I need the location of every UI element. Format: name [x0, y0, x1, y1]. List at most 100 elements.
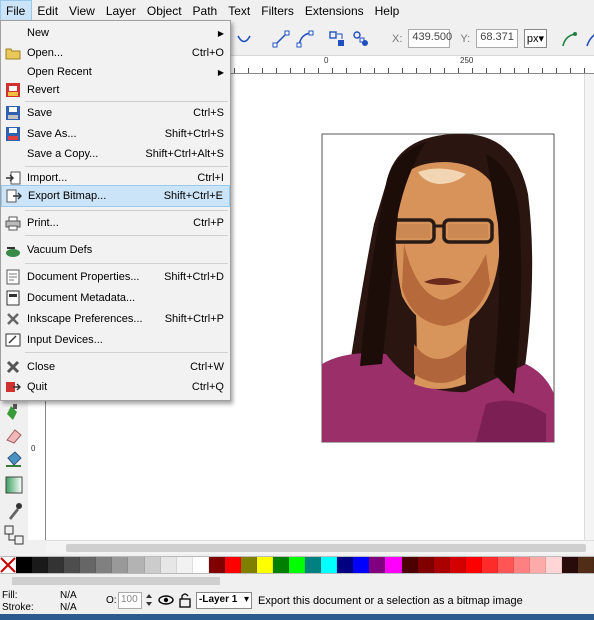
color-swatch[interactable] [32, 557, 49, 573]
color-swatch[interactable] [562, 557, 579, 573]
connector-icon[interactable] [3, 524, 25, 546]
connect-nodes-icon[interactable] [272, 28, 290, 50]
ruler-tick [570, 68, 571, 73]
color-swatch[interactable] [417, 557, 434, 573]
color-swatch[interactable] [546, 557, 563, 573]
document-metadata-icon [5, 290, 21, 306]
eraser-icon[interactable] [3, 424, 25, 446]
color-swatch[interactable] [385, 557, 402, 573]
menu-item-revert[interactable]: Revert [1, 80, 230, 100]
color-swatch[interactable] [96, 557, 113, 573]
menu-object[interactable]: Object [142, 0, 188, 22]
menu-filters[interactable]: Filters [256, 0, 300, 22]
color-swatch[interactable] [273, 557, 290, 573]
palette-scrollbar[interactable] [0, 574, 594, 588]
color-swatch[interactable] [240, 557, 257, 573]
dropper-icon[interactable] [3, 500, 25, 522]
menu-item-open[interactable]: Open... Ctrl+O [1, 43, 230, 63]
color-swatch[interactable] [16, 557, 33, 573]
gradient-icon[interactable] [3, 474, 25, 496]
color-swatch[interactable] [224, 557, 241, 573]
color-swatch[interactable] [64, 557, 81, 573]
vertical-scrollbar[interactable] [584, 74, 594, 540]
color-swatch[interactable] [256, 557, 273, 573]
color-swatch[interactable] [353, 557, 370, 573]
horizontal-scrollbar[interactable] [46, 540, 594, 554]
no-color-swatch[interactable] [0, 557, 16, 573]
menu-item-open-recent[interactable]: Open Recent ▶ [1, 62, 230, 82]
menu-item-label: Close [27, 361, 56, 373]
menu-item-document-properties[interactable]: Document Properties... Shift+Ctrl+D [1, 267, 230, 287]
menu-item-close[interactable]: Close Ctrl+W [1, 357, 230, 377]
color-swatch[interactable] [449, 557, 466, 573]
unit-select[interactable]: px ▾ [523, 29, 548, 48]
color-swatch[interactable] [321, 557, 338, 573]
color-swatch[interactable] [208, 557, 225, 573]
horizontal-scroll-thumb[interactable] [66, 544, 586, 552]
color-swatch[interactable] [337, 557, 354, 573]
color-swatch[interactable] [481, 557, 498, 573]
menu-item-new[interactable]: New ▶ [1, 23, 230, 43]
menu-item-save-a-copy[interactable]: Save a Copy... Shift+Ctrl+Alt+S [1, 144, 230, 164]
node-curve-icon[interactable] [236, 28, 252, 50]
line-segment-icon[interactable] [296, 28, 314, 50]
color-swatch[interactable] [513, 557, 530, 573]
menu-item-save-as[interactable]: Save As... Shift+Ctrl+S [1, 124, 230, 144]
menu-item-vacuum-defs[interactable]: Vacuum Defs [1, 240, 230, 260]
menu-extensions[interactable]: Extensions [300, 0, 370, 22]
menu-file[interactable]: File [0, 0, 33, 22]
ruler-tick [402, 68, 403, 73]
color-swatch[interactable] [176, 557, 193, 573]
menu-item-label: Export Bitmap... [28, 190, 107, 202]
color-swatch[interactable] [80, 557, 97, 573]
lock-icon[interactable] [178, 592, 192, 611]
color-swatch[interactable] [401, 557, 418, 573]
menu-item-print[interactable]: Print... Ctrl+P [1, 213, 230, 233]
opacity-stepper-icon[interactable] [144, 592, 154, 611]
fill-value[interactable]: N/A [60, 590, 77, 601]
y-coordinate-input[interactable]: 68.371 [476, 29, 518, 48]
color-swatch[interactable] [369, 557, 386, 573]
object-to-path-icon[interactable] [328, 28, 346, 50]
color-swatch[interactable] [465, 557, 482, 573]
color-swatch[interactable] [144, 557, 161, 573]
palette-scroll-thumb[interactable] [12, 577, 220, 585]
color-swatch[interactable] [578, 557, 594, 573]
layer-select[interactable]: -Layer 1 ▾ [196, 592, 252, 609]
menu-item-quit[interactable]: Quit Ctrl+Q [1, 377, 230, 397]
menu-item-export-bitmap[interactable]: Export Bitmap... Shift+Ctrl+E [1, 185, 230, 207]
color-swatch[interactable] [305, 557, 322, 573]
color-swatch[interactable] [530, 557, 547, 573]
menu-layer[interactable]: Layer [101, 0, 142, 22]
color-swatch[interactable] [433, 557, 450, 573]
menu-path[interactable]: Path [188, 0, 224, 22]
paint-bucket-icon[interactable] [3, 448, 25, 470]
opacity-input[interactable]: 100 [118, 592, 142, 609]
eye-icon[interactable] [158, 592, 174, 611]
menu-item-input-devices[interactable]: Input Devices... [1, 330, 230, 350]
color-swatch[interactable] [289, 557, 306, 573]
menu-edit[interactable]: Edit [32, 0, 64, 22]
revert-icon [5, 82, 21, 98]
ruler-tick [542, 68, 543, 73]
color-swatch[interactable] [192, 557, 209, 573]
import-icon [5, 170, 21, 186]
stroke-to-path-icon[interactable] [352, 28, 370, 50]
color-swatch[interactable] [112, 557, 129, 573]
menu-item-shortcut: Ctrl+S [193, 107, 224, 119]
menu-view[interactable]: View [64, 0, 101, 22]
bezier-handle-icon[interactable] [561, 28, 579, 50]
x-coordinate-input[interactable]: 439.500 [408, 29, 452, 48]
color-swatch[interactable] [128, 557, 145, 573]
dropper-paint-icon[interactable] [3, 402, 25, 424]
menu-item-document-metadata[interactable]: Document Metadata... [1, 288, 230, 308]
menu-item-save[interactable]: Save Ctrl+S [1, 103, 230, 123]
stroke-value[interactable]: N/A [60, 602, 77, 613]
menu-text[interactable]: Text [223, 0, 256, 22]
menu-help[interactable]: Help [370, 0, 406, 22]
color-swatch[interactable] [160, 557, 177, 573]
node-handle-icon[interactable] [585, 28, 594, 50]
menu-item-inkscape-preferences[interactable]: Inkscape Preferences... Shift+Ctrl+P [1, 309, 230, 329]
color-swatch[interactable] [48, 557, 65, 573]
color-swatch[interactable] [497, 557, 514, 573]
